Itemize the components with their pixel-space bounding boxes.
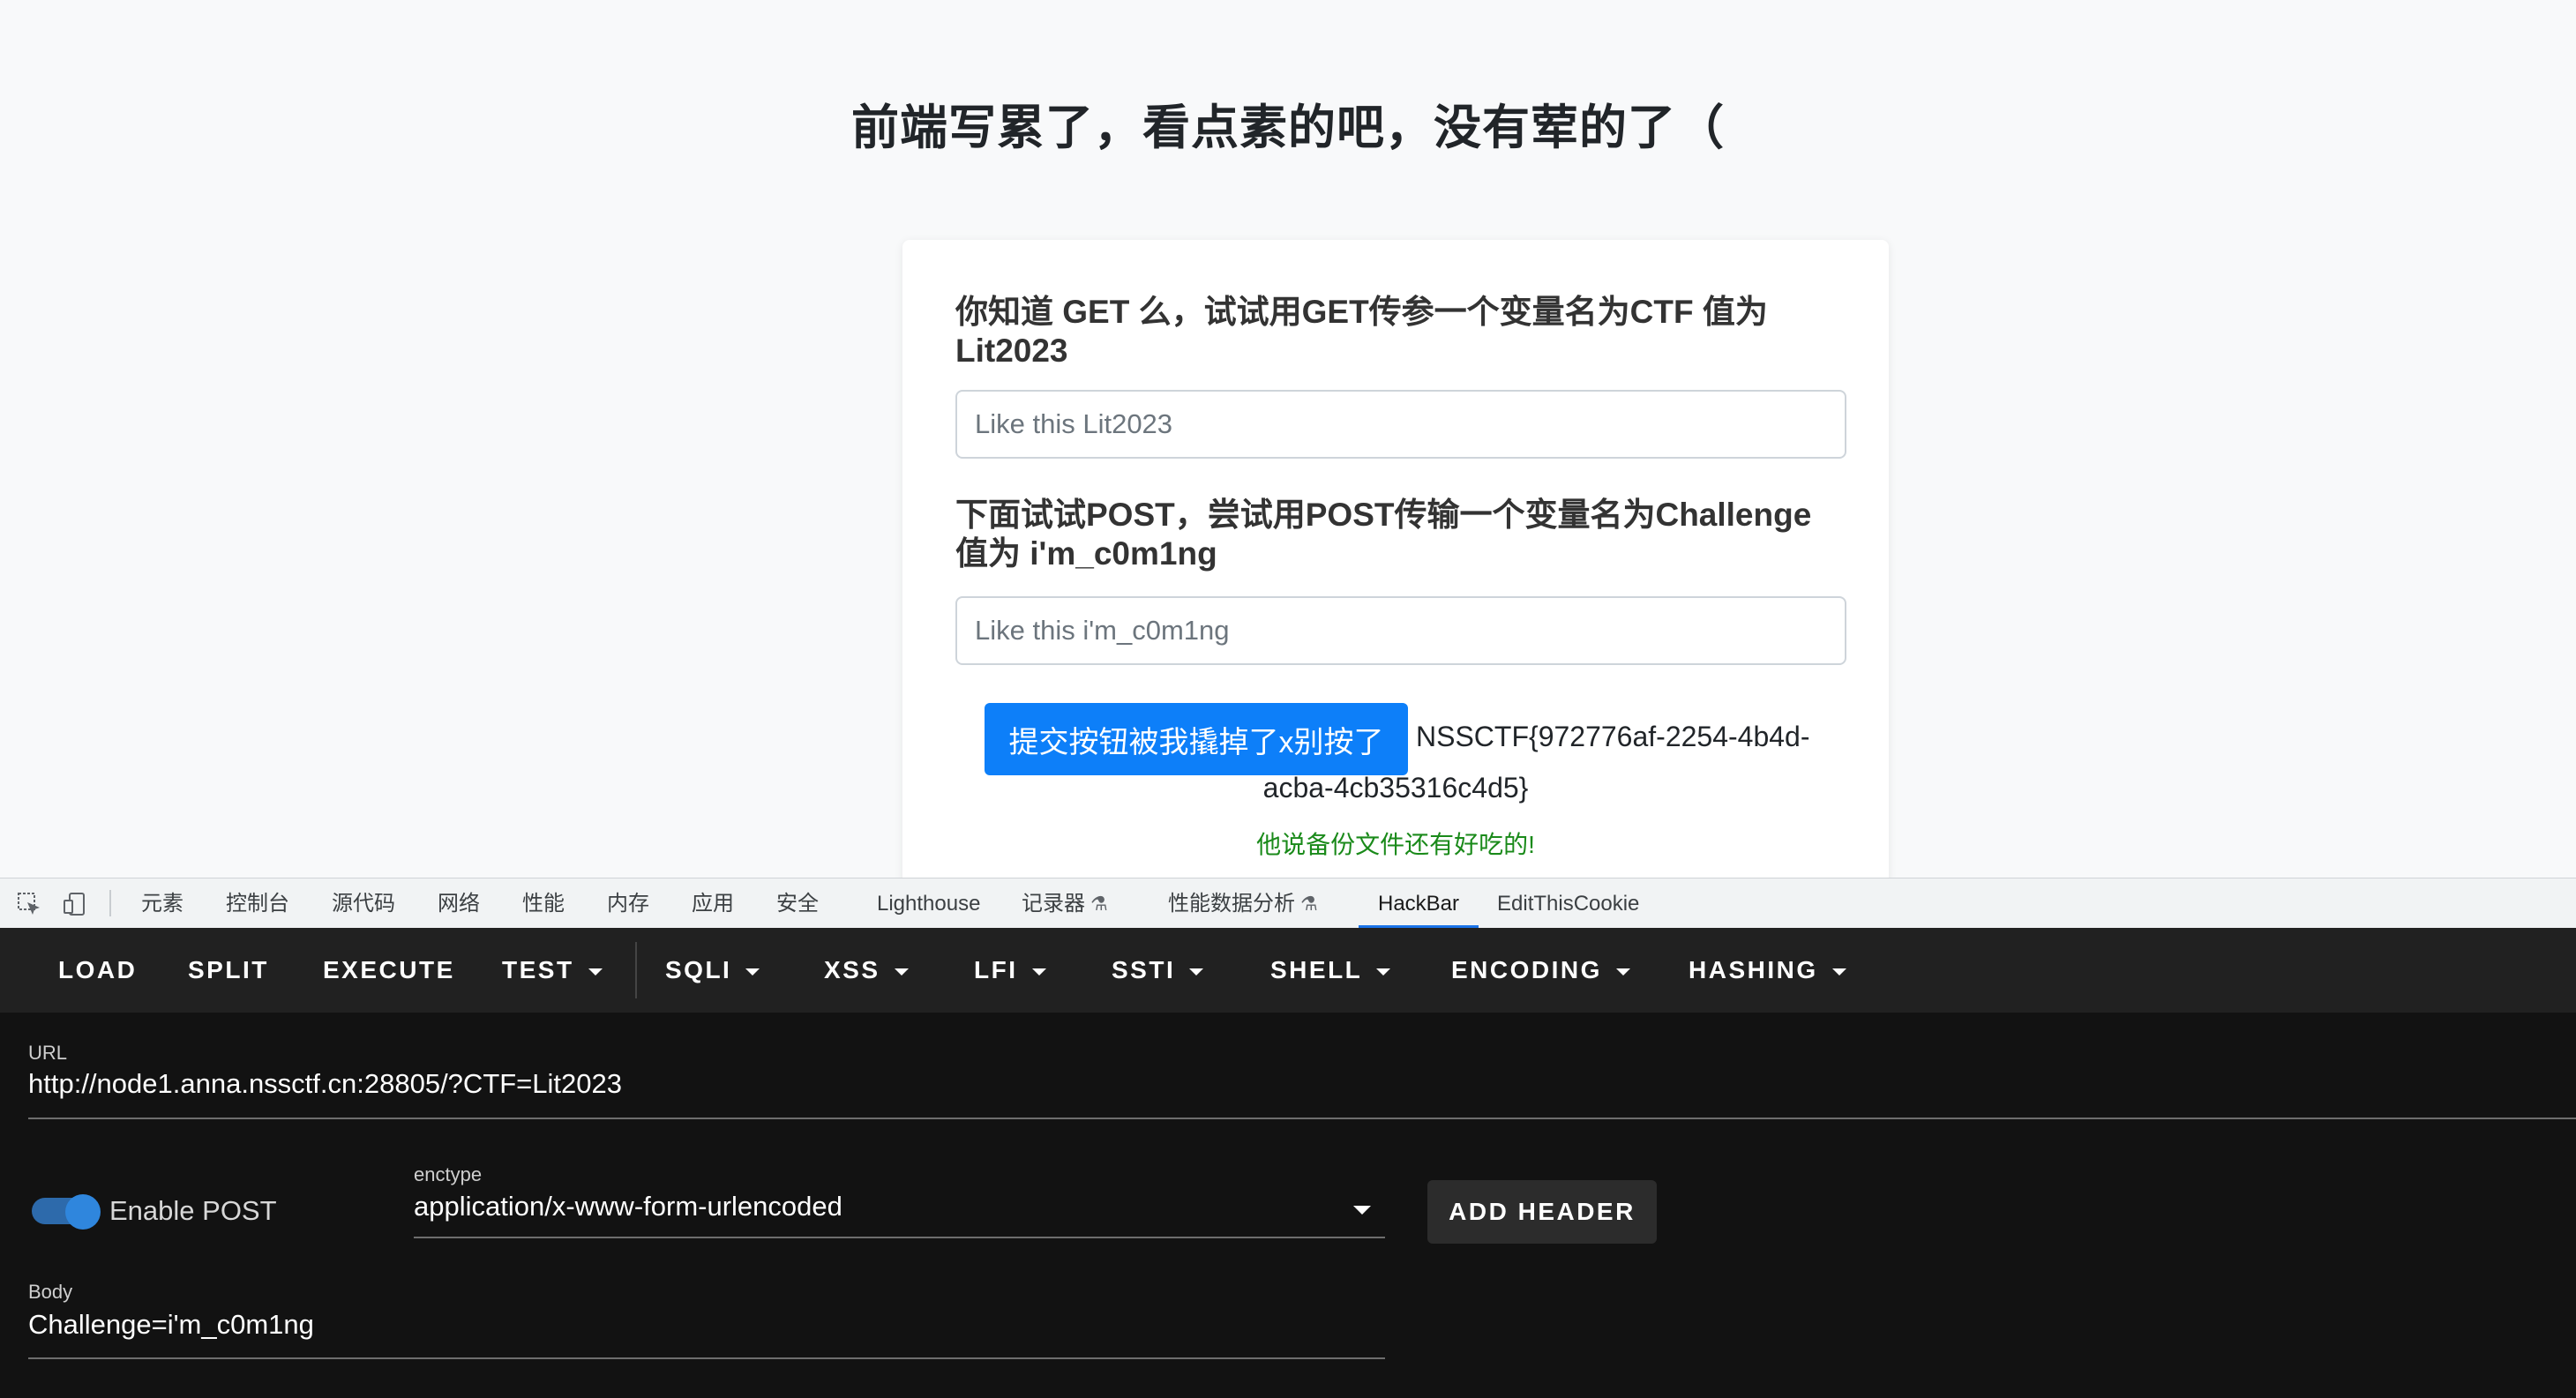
encoding-menu-label: ENCODING — [1451, 956, 1602, 983]
tab-performance[interactable]: 性能 — [522, 878, 565, 929]
chevron-down-icon — [1031, 968, 1046, 976]
post-input[interactable] — [955, 596, 1846, 665]
toolbar-separator — [635, 942, 637, 998]
tab-recorder-label: 记录器 — [1022, 892, 1085, 916]
challenge-card: 你知道 GET 么，试试用GET传参一个变量名为CTF 值为 Lit2023 下… — [902, 240, 1889, 910]
shell-menu-button[interactable]: SHELL — [1270, 928, 1391, 1013]
url-underline — [28, 1118, 2576, 1119]
add-header-button[interactable]: ADD HEADER — [1427, 1180, 1657, 1244]
sqli-menu-button[interactable]: SQLI — [665, 928, 760, 1013]
tab-recorder[interactable]: 记录器 ⚗ — [1022, 878, 1108, 929]
sqli-menu-label: SQLI — [665, 956, 732, 983]
body-underline — [28, 1357, 1385, 1359]
hackbar-panel: LOAD SPLIT EXECUTE TEST SQLI XSS LFI SST… — [0, 928, 2576, 1398]
devtools-divider — [109, 890, 111, 916]
ssti-menu-label: SSTI — [1112, 956, 1176, 983]
web-page: 前端写累了，看点素的吧，没有荤的了（ 你知道 GET 么，试试用GET传参一个变… — [0, 0, 2576, 910]
chevron-down-icon — [1189, 968, 1204, 976]
page-title: 前端写累了，看点素的吧，没有荤的了（ — [851, 101, 1725, 154]
tab-console[interactable]: 控制台 — [226, 878, 289, 929]
hint-text: 他说备份文件还有好吃的! — [1256, 831, 1535, 858]
xss-menu-label: XSS — [824, 956, 880, 983]
xss-menu-button[interactable]: XSS — [824, 928, 909, 1013]
tab-lighthouse[interactable]: Lighthouse — [877, 878, 980, 929]
chevron-down-icon — [1831, 968, 1846, 976]
tab-performance-insights[interactable]: 性能数据分析 ⚗ — [1168, 878, 1318, 929]
enctype-underline — [414, 1237, 1385, 1238]
body-label: Body — [28, 1281, 73, 1303]
tab-performance-insights-label: 性能数据分析 — [1168, 892, 1295, 916]
enable-post-label: Enable POST — [109, 1195, 277, 1226]
load-button[interactable]: LOAD — [58, 928, 137, 1013]
lfi-menu-button[interactable]: LFI — [974, 928, 1046, 1013]
tab-security[interactable]: 安全 — [776, 878, 819, 929]
hashing-menu-label: HASHING — [1689, 956, 1818, 983]
submit-button[interactable]: 提交按钮被我撬掉了x别按了 — [985, 703, 1408, 775]
tab-memory[interactable]: 内存 — [607, 878, 649, 929]
devtools-tab-bar: 元素 控制台 源代码 网络 性能 内存 应用 安全 Lighthouse 记录器… — [0, 878, 2576, 930]
chevron-down-icon — [1376, 968, 1391, 976]
get-question-label: 你知道 GET 么，试试用GET传参一个变量名为CTF 值为 Lit2023 — [955, 294, 1768, 369]
enctype-label: enctype — [414, 1163, 483, 1185]
lfi-menu-label: LFI — [974, 956, 1018, 983]
get-input[interactable] — [955, 390, 1846, 459]
tab-network[interactable]: 网络 — [438, 878, 480, 929]
encoding-menu-button[interactable]: ENCODING — [1451, 928, 1630, 1013]
chevron-down-icon — [1615, 968, 1630, 976]
tab-elements[interactable]: 元素 — [141, 878, 183, 929]
ssti-menu-button[interactable]: SSTI — [1112, 928, 1204, 1013]
split-button[interactable]: SPLIT — [188, 928, 269, 1013]
url-input[interactable]: http://node1.anna.nssctf.cn:28805/?CTF=L… — [28, 1068, 622, 1100]
tab-sources[interactable]: 源代码 — [332, 878, 395, 929]
device-toolbar-icon[interactable] — [62, 891, 88, 917]
tab-application[interactable]: 应用 — [692, 878, 734, 929]
test-menu-label: TEST — [502, 956, 574, 983]
hashing-menu-button[interactable]: HASHING — [1689, 928, 1846, 1013]
test-menu-button[interactable]: TEST — [502, 928, 603, 1013]
tab-hackbar[interactable]: HackBar — [1359, 878, 1479, 929]
flask-icon: ⚗ — [1090, 893, 1108, 915]
dropdown-arrow-icon[interactable] — [1353, 1206, 1371, 1215]
shell-menu-label: SHELL — [1270, 956, 1363, 983]
toggle-knob[interactable] — [65, 1194, 101, 1230]
post-question-label: 下面试试POST，尝试用POST传输一个变量名为Challenge 值为 i'm… — [955, 497, 1812, 572]
chevron-down-icon — [588, 968, 603, 976]
inspect-element-icon[interactable] — [16, 891, 42, 917]
chevron-down-icon — [894, 968, 909, 976]
execute-button[interactable]: EXECUTE — [323, 928, 455, 1013]
body-input[interactable]: Challenge=i'm_c0m1ng — [28, 1309, 314, 1341]
url-label: URL — [28, 1042, 68, 1064]
tab-editthiscookie[interactable]: EditThisCookie — [1497, 878, 1639, 929]
chevron-down-icon — [745, 968, 760, 976]
flag-text-continued: acba-4cb35316c4d5} — [1262, 772, 1529, 804]
flag-text: NSSCTF{972776af-2254-4b4d- — [1416, 721, 1810, 752]
flask-icon: ⚗ — [1300, 893, 1318, 915]
enctype-select[interactable]: application/x-www-form-urlencoded — [414, 1191, 842, 1222]
hackbar-toolbar: LOAD SPLIT EXECUTE TEST SQLI XSS LFI SST… — [0, 928, 2576, 1013]
